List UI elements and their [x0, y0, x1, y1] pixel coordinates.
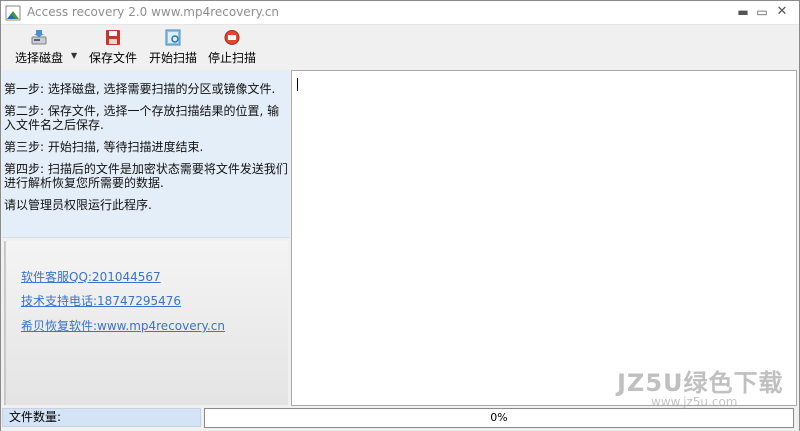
toolbar: 选择磁盘 ▼ 保存文件 开始扫描 停止扫描: [1, 25, 799, 69]
start-scan-label: 开始扫描: [148, 51, 197, 65]
chevron-down-icon[interactable]: ▼: [71, 51, 77, 60]
phone-support-link[interactable]: 技术支持电话:18747295476: [21, 292, 181, 309]
save-icon: [106, 30, 120, 45]
instruction-step-3: 第三步: 开始扫描, 等待扫描进度结束.: [4, 140, 204, 154]
app-window: Access recovery 2.0 www.mp4recovery.cn ▬…: [0, 0, 800, 431]
select-disk-label: 选择磁盘: [14, 51, 63, 65]
disk-icon: [31, 30, 47, 45]
instruction-step-2: 第二步: 保存文件, 选择一个存放扫描结果的位置, 输入文件名之后保存.: [4, 104, 280, 132]
qq-support-link[interactable]: 软件客服QQ:201044567: [21, 268, 161, 285]
watermark: JZ5U绿色下载 www.jz5u.com: [611, 363, 797, 423]
stop-icon: [224, 30, 240, 45]
select-disk-button[interactable]: 选择磁盘: [9, 29, 69, 67]
close-button[interactable]: ✕: [773, 3, 791, 21]
instruction-step-4: 第四步: 扫描后的文件是加密状态需要将文件发送我们进行解析恢复您所需要的数据.: [4, 162, 288, 190]
text-caret: [297, 78, 298, 91]
start-scan-button[interactable]: 开始扫描: [145, 29, 201, 67]
save-file-label: 保存文件: [88, 51, 137, 65]
instruction-step-1: 第一步: 选择磁盘, 选择需要扫描的分区或镜像文件.: [4, 82, 276, 96]
window-title: Access recovery 2.0 www.mp4recovery.cn: [27, 5, 280, 19]
stop-scan-label: 停止扫描: [207, 51, 256, 65]
minimize-button[interactable]: ▬: [734, 3, 752, 21]
instructions-panel: 第一步: 选择磁盘, 选择需要扫描的分区或镜像文件. 第二步: 保存文件, 选择…: [2, 70, 290, 238]
maximize-button[interactable]: ▭: [753, 3, 771, 21]
save-file-button[interactable]: 保存文件: [85, 29, 141, 67]
instruction-admin-note: 请以管理员权限运行此程序.: [4, 198, 152, 212]
support-links-panel: 软件客服QQ:201044567 技术支持电话:18747295476 希贝恢复…: [4, 241, 288, 405]
website-link[interactable]: 希贝恢复软件:www.mp4recovery.cn: [21, 317, 225, 334]
watermark-sub-text: www.jz5u.com: [651, 395, 738, 409]
scan-icon: [165, 29, 181, 46]
stop-scan-button[interactable]: 停止扫描: [204, 29, 260, 67]
app-logo-icon: [5, 5, 21, 21]
log-output-area[interactable]: [291, 70, 797, 406]
title-bar[interactable]: Access recovery 2.0 www.mp4recovery.cn ▬…: [1, 1, 799, 25]
file-count-label: 文件数量:: [2, 408, 201, 427]
watermark-main-text: JZ5U绿色下载: [617, 369, 784, 397]
